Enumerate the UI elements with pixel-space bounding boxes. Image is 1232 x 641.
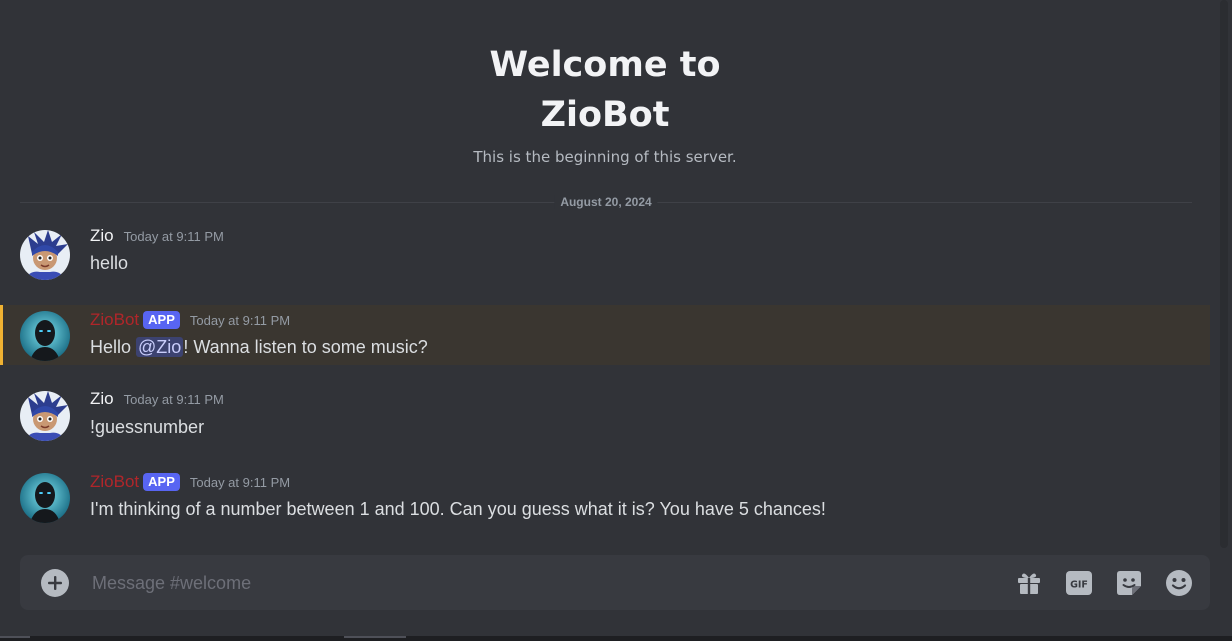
gift-icon — [1018, 573, 1040, 594]
welcome-title-line2: ZioBot — [540, 95, 670, 135]
bottom-bar-segment — [0, 636, 30, 638]
gift-button[interactable] — [1014, 568, 1044, 598]
user-avatar[interactable] — [20, 391, 70, 441]
welcome-title-line1: Welcome to — [489, 45, 721, 85]
message-text-part: ! Wanna listen to some music? — [183, 337, 428, 357]
timestamp: Today at 9:11 PM — [123, 229, 224, 244]
message-header: Zio Today at 9:11 PM — [90, 226, 224, 248]
message-header: Zio Today at 9:11 PM — [90, 389, 224, 411]
welcome-header: Welcome to ZioBot This is the beginning … — [0, 40, 1210, 166]
welcome-subtitle: This is the beginning of this server. — [473, 148, 737, 166]
user-avatar[interactable] — [20, 230, 70, 280]
username[interactable]: Zio — [90, 389, 114, 409]
gif-label: GIF — [1070, 579, 1088, 590]
timestamp: Today at 9:11 PM — [123, 392, 224, 407]
timestamp: Today at 9:11 PM — [189, 475, 291, 490]
robot-avatar-icon — [20, 311, 70, 361]
date-divider-label: August 20, 2024 — [554, 195, 658, 209]
welcome-title: Welcome to ZioBot — [0, 40, 1210, 140]
date-divider: August 20, 2024 — [20, 195, 1192, 209]
zio-avatar-icon — [20, 391, 70, 441]
chat-window: Welcome to ZioBot This is the beginning … — [0, 0, 1232, 641]
sticker-icon — [1117, 570, 1141, 595]
message-item-mentioned[interactable]: ZioBot APP Today at 9:11 PM Hello @Zio! … — [0, 305, 1210, 365]
zio-avatar-icon — [20, 230, 70, 280]
composer-toolbar: GIF — [1014, 555, 1210, 610]
gif-icon: GIF — [1066, 570, 1092, 595]
message-text: Hello @Zio! Wanna listen to some music? — [90, 337, 428, 358]
message-item[interactable]: Zio Today at 9:11 PM !guessnumber — [0, 389, 1210, 449]
plus-icon — [48, 576, 62, 590]
timestamp: Today at 9:11 PM — [189, 313, 291, 328]
bottom-bar — [0, 636, 1232, 641]
app-badge: APP — [143, 311, 180, 329]
bot-username[interactable]: ZioBot — [90, 472, 139, 492]
message-header: ZioBot APP Today at 9:11 PM — [90, 310, 290, 332]
emoji-button[interactable] — [1164, 568, 1194, 598]
message-text: I'm thinking of a number between 1 and 1… — [90, 499, 826, 519]
message-input[interactable] — [90, 567, 994, 599]
emoji-icon — [1166, 569, 1192, 596]
bot-username[interactable]: ZioBot — [90, 310, 139, 330]
message-item[interactable]: Zio Today at 9:11 PM hello — [0, 226, 1210, 286]
sticker-button[interactable] — [1114, 568, 1144, 598]
message-text: !guessnumber — [90, 417, 205, 437]
mention-indicator — [0, 305, 3, 365]
message-header: ZioBot APP Today at 9:11 PM — [90, 472, 290, 494]
app-badge: APP — [143, 473, 180, 491]
message-text: hello — [90, 253, 129, 273]
user-mention[interactable]: @Zio — [136, 337, 184, 357]
message-composer: GIF — [20, 555, 1210, 610]
bot-avatar[interactable] — [20, 473, 70, 523]
bottom-bar-segment — [344, 636, 406, 638]
message-text-part: Hello — [90, 337, 137, 357]
gif-button[interactable]: GIF — [1064, 568, 1094, 598]
username[interactable]: Zio — [90, 226, 114, 246]
message-item[interactable]: ZioBot APP Today at 9:11 PM I'm thinking… — [0, 470, 1210, 530]
bot-avatar[interactable] — [20, 311, 70, 361]
add-attachment-button[interactable] — [41, 569, 69, 597]
robot-avatar-icon — [20, 473, 70, 523]
scrollbar[interactable] — [1220, 0, 1228, 548]
